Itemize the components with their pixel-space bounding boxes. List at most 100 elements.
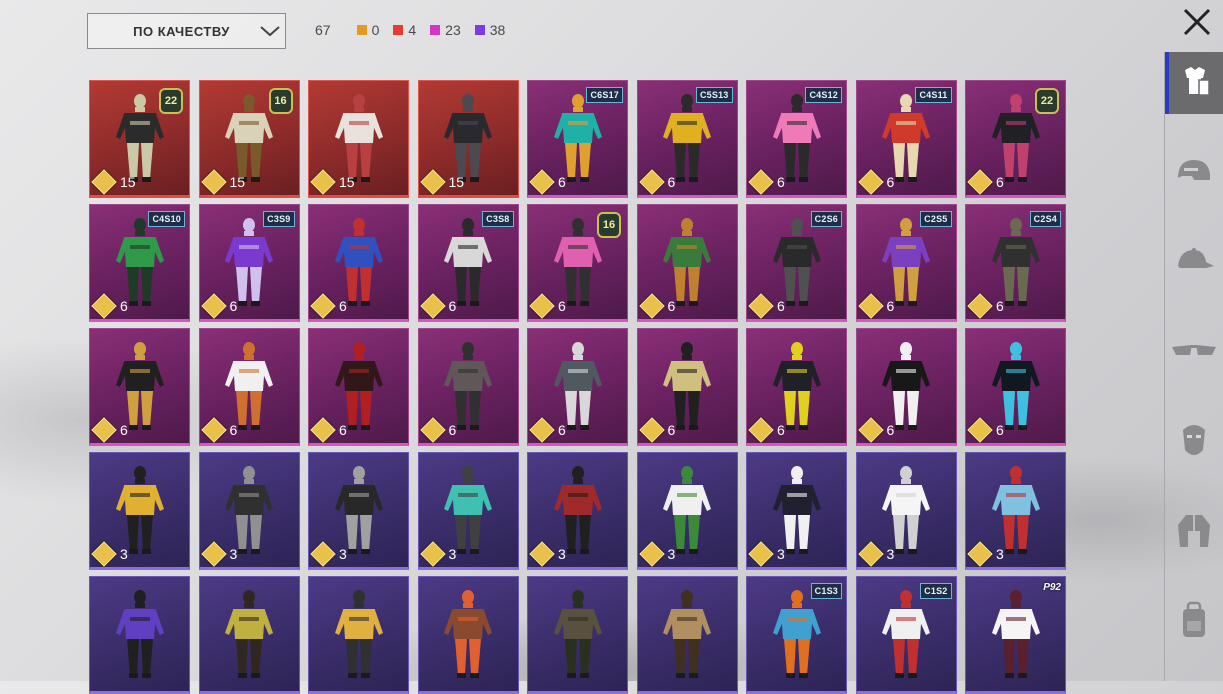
cost-value: 15 (120, 174, 136, 190)
outfit-card[interactable]: 6 (746, 328, 847, 446)
outfit-image (986, 589, 1046, 686)
outfit-image (767, 589, 827, 686)
coin-icon (638, 293, 665, 319)
outfit-card[interactable]: 3 (198, 452, 300, 570)
outfit-card[interactable] (89, 576, 190, 694)
outfit-card[interactable]: C3S9 6 (198, 204, 300, 322)
rarity-color-square (474, 25, 485, 35)
mask-icon (1179, 422, 1209, 465)
season-badge: C6S17 (586, 87, 623, 103)
outfit-figure (444, 590, 492, 678)
outfit-card[interactable]: 6 (198, 328, 300, 446)
outfit-card[interactable]: 6 (527, 328, 628, 446)
outfit-card[interactable]: C2S5 6 (855, 204, 957, 322)
item-cost: 15 (419, 169, 464, 195)
sidebar-tab-outfit[interactable] (1165, 52, 1223, 114)
coin-icon (419, 541, 446, 567)
outfit-card[interactable]: 6 (965, 328, 1066, 446)
total-count: 67 (315, 22, 331, 38)
outfit-card[interactable]: 22 15 (89, 80, 190, 198)
season-badge: C3S8 (482, 211, 514, 227)
outfit-card[interactable]: 3 (89, 452, 190, 570)
season-level-badge: 22 (1035, 88, 1059, 114)
sidebar-tab-helmet[interactable] (1165, 142, 1223, 204)
outfit-card[interactable] (636, 576, 738, 694)
outfit-image (657, 589, 717, 686)
season-badge: C2S5 (920, 211, 952, 227)
outfit-figure (991, 466, 1040, 554)
item-cost: 3 (91, 541, 128, 567)
item-cost: 6 (748, 169, 785, 195)
outfit-card[interactable]: C4S12 6 (746, 80, 847, 198)
outfit-card[interactable]: 3 (417, 452, 519, 570)
outfit-image (548, 589, 608, 686)
coin-icon (529, 541, 555, 567)
outfit-card[interactable]: C2S4 6 (965, 204, 1066, 322)
season-level-badge: 16 (268, 88, 293, 114)
outfit-card[interactable]: 6 (417, 328, 519, 446)
cap-icon (1172, 246, 1216, 281)
outfit-figure (444, 466, 492, 554)
helmet-icon (1174, 156, 1214, 191)
jacket-icon (1174, 511, 1214, 556)
sidebar-tab-jacket[interactable] (1165, 502, 1223, 564)
sidebar-tab-glasses[interactable] (1165, 322, 1223, 384)
outfit-card[interactable]: 6 (636, 328, 738, 446)
outfit-card[interactable] (308, 576, 409, 694)
outfit-card[interactable]: 3 (636, 452, 738, 570)
close-button[interactable] (1179, 4, 1215, 40)
outfit-card[interactable]: 6 (89, 328, 190, 446)
coin-icon (91, 293, 117, 319)
outfit-card[interactable]: C1S3 (746, 576, 847, 694)
cost-value: 6 (996, 174, 1004, 190)
outfit-card[interactable]: 16 6 (527, 204, 628, 322)
outfit-figure (663, 218, 711, 306)
outfit-card[interactable]: C1S2 (855, 576, 957, 694)
outfit-card[interactable]: 15 (417, 80, 519, 198)
outfit-card[interactable]: 6 (636, 204, 738, 322)
outfit-card[interactable]: C2S6 6 (746, 204, 847, 322)
outfit-card[interactable]: 3 (527, 452, 628, 570)
item-cost: 6 (857, 169, 894, 195)
cost-value: 6 (996, 298, 1004, 314)
coin-icon (91, 541, 117, 567)
outfit-card[interactable]: 15 (308, 80, 409, 198)
coin-icon (310, 169, 336, 195)
sort-dropdown[interactable]: ПО КАЧЕСТВУ (87, 13, 286, 49)
outfit-figure (991, 342, 1040, 430)
outfit-card[interactable]: 22 6 (965, 80, 1066, 198)
outfit-card[interactable]: 3 (965, 452, 1066, 570)
cost-value: 6 (558, 298, 566, 314)
outfit-card[interactable]: 3 (855, 452, 957, 570)
outfit-card[interactable]: C6S17 6 (527, 80, 628, 198)
outfit-figure (663, 466, 711, 554)
sort-label: ПО КАЧЕСТВУ (133, 23, 230, 39)
outfit-figure (663, 342, 711, 430)
rarity-color-square (356, 25, 367, 35)
coin-icon (310, 293, 336, 319)
outfit-figure (444, 218, 492, 306)
outfit-card[interactable] (527, 576, 628, 694)
sidebar-tab-backpack[interactable] (1165, 592, 1223, 654)
sidebar-tab-mask[interactable] (1165, 412, 1223, 474)
outfit-card[interactable]: C3S8 6 (417, 204, 519, 322)
coin-icon (200, 293, 227, 319)
outfit-card[interactable]: 3 (308, 452, 409, 570)
outfit-card[interactable]: 6 (855, 328, 957, 446)
item-cost: 3 (419, 541, 456, 567)
sidebar-tab-cap[interactable] (1165, 232, 1223, 294)
outfit-card[interactable]: P92 (965, 576, 1066, 694)
outfit-card[interactable]: C5S13 6 (636, 80, 738, 198)
outfit-figure (553, 94, 602, 182)
coin-icon (638, 169, 665, 195)
outfit-card[interactable]: C4S10 6 (89, 204, 190, 322)
outfit-card[interactable]: 6 (308, 328, 409, 446)
outfit-card[interactable] (417, 576, 519, 694)
outfit-card[interactable]: C4S11 6 (855, 80, 957, 198)
coin-icon (200, 417, 227, 443)
outfit-card[interactable] (198, 576, 300, 694)
outfit-card[interactable]: 16 15 (198, 80, 300, 198)
outfit-card[interactable]: 6 (308, 204, 409, 322)
item-cost: 6 (200, 293, 237, 319)
outfit-card[interactable]: 3 (746, 452, 847, 570)
